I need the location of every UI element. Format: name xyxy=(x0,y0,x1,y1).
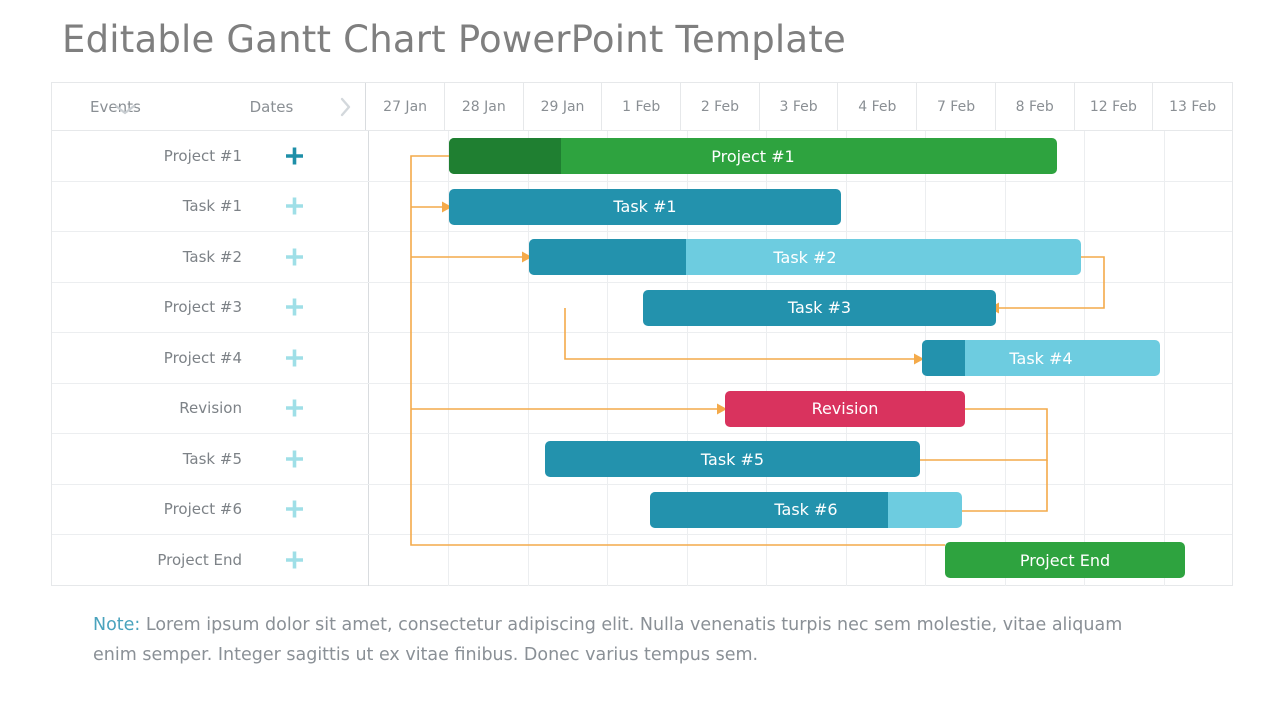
add-row-icon[interactable] xyxy=(286,551,303,569)
header-cell-events[interactable]: Events xyxy=(52,83,211,130)
gantt-bar-task-5[interactable]: Task #5 xyxy=(545,441,920,477)
row-label-cell: Task #1 xyxy=(52,182,335,232)
row-name: Project #4 xyxy=(163,348,242,367)
gantt-slide: Editable Gantt Chart PowerPoint Template… xyxy=(0,0,1280,720)
row-name: Project #1 xyxy=(163,146,242,165)
add-row-icon[interactable] xyxy=(286,197,303,215)
table-row[interactable]: Project #6 xyxy=(52,485,1232,535)
gantt-bar-label: Project End xyxy=(1019,550,1111,570)
table-row[interactable]: Revision xyxy=(52,384,1232,434)
row-name: Task #5 xyxy=(182,449,242,468)
gantt-bar-label: Task #2 xyxy=(773,247,837,267)
gantt-bar-task-2[interactable]: Task #2 xyxy=(529,239,1081,275)
progress-segment xyxy=(650,491,888,528)
note-keyword: Note: xyxy=(93,615,141,635)
row-label-cell: Revision xyxy=(52,384,335,434)
row-name: Project End xyxy=(157,551,242,570)
row-label-cell: Task #5 xyxy=(52,434,335,484)
progress-segment xyxy=(529,239,686,275)
gantt-body: Project #1 Task #1 Task #2 Project #3 Pr… xyxy=(52,131,1232,586)
table-row[interactable]: Project #3 xyxy=(52,283,1232,333)
header-date-7[interactable]: 7 Feb xyxy=(917,83,996,130)
add-row-icon[interactable] xyxy=(286,248,303,266)
progress-segment xyxy=(922,340,965,376)
header-label-dates: Dates xyxy=(249,97,294,116)
row-name: Task #1 xyxy=(182,197,242,216)
header-date-0[interactable]: 27 Jan xyxy=(366,83,445,130)
add-row-icon[interactable] xyxy=(286,399,303,417)
chevron-right-icon[interactable] xyxy=(339,97,351,117)
add-row-icon[interactable] xyxy=(286,349,303,367)
gantt-bar-task-3[interactable]: Task #3 xyxy=(643,289,996,326)
header-date-3[interactable]: 1 Feb xyxy=(602,83,682,130)
add-row-icon[interactable] xyxy=(286,298,303,316)
gantt-bar-label: Revision xyxy=(811,399,879,418)
gantt-bar-label: Task #4 xyxy=(1009,348,1073,368)
row-label-cell: Project End xyxy=(52,535,335,586)
chevron-down-icon[interactable] xyxy=(114,101,136,114)
header-date-5[interactable]: 3 Feb xyxy=(760,83,839,130)
row-label-cell: Project #4 xyxy=(52,333,335,383)
note-text: Note: Lorem ipsum dolor sit amet, consec… xyxy=(93,610,1153,670)
row-name: Project #6 xyxy=(163,500,242,519)
gantt-bar-label: Task #6 xyxy=(774,500,838,519)
header-cell-dates[interactable]: Dates xyxy=(211,83,367,130)
gantt-bar-label: Task #3 xyxy=(787,298,852,317)
gantt-bar-task-6[interactable]: Task #6 xyxy=(650,491,962,528)
header-date-8[interactable]: 8 Feb xyxy=(996,83,1075,130)
add-row-icon[interactable] xyxy=(286,147,303,165)
table-header-row: Events Dates 27 Jan 28 Jan 29 Jan 1 Feb … xyxy=(52,83,1232,131)
row-label-cell: Project #6 xyxy=(52,485,335,535)
header-date-1[interactable]: 28 Jan xyxy=(445,83,524,130)
gantt-bar-label: Task #5 xyxy=(700,449,765,469)
gantt-table: Events Dates 27 Jan 28 Jan 29 Jan 1 Feb … xyxy=(51,82,1233,586)
gantt-bar-revision[interactable]: Revision xyxy=(725,390,965,427)
add-row-icon[interactable] xyxy=(286,450,303,468)
row-label-cell: Project #1 xyxy=(52,131,335,181)
header-date-10[interactable]: 13 Feb xyxy=(1153,83,1232,130)
gantt-bar-task-4[interactable]: Task #4 xyxy=(922,340,1160,376)
gantt-bar-project-end[interactable]: Project End xyxy=(945,542,1185,578)
row-name: Revision xyxy=(179,399,242,418)
gantt-bar-project-1[interactable]: Project #1 xyxy=(449,138,1057,174)
header-date-6[interactable]: 4 Feb xyxy=(838,83,918,130)
progress-segment xyxy=(449,138,561,174)
row-name: Project #3 xyxy=(163,298,242,317)
row-label-cell: Project #3 xyxy=(52,283,335,333)
gantt-bar-label: Task #1 xyxy=(613,197,677,216)
add-row-icon[interactable] xyxy=(286,500,303,518)
gantt-bar-task-1[interactable]: Task #1 xyxy=(449,188,841,225)
header-date-9[interactable]: 12 Feb xyxy=(1075,83,1154,130)
page-title: Editable Gantt Chart PowerPoint Template xyxy=(62,18,846,61)
row-name: Task #2 xyxy=(182,247,242,266)
gantt-bar-label: Project #1 xyxy=(711,146,795,166)
row-label-cell: Task #2 xyxy=(52,232,335,282)
header-date-4[interactable]: 2 Feb xyxy=(681,83,760,130)
note-body: Lorem ipsum dolor sit amet, consectetur … xyxy=(93,615,1123,665)
header-date-2[interactable]: 29 Jan xyxy=(524,83,603,130)
